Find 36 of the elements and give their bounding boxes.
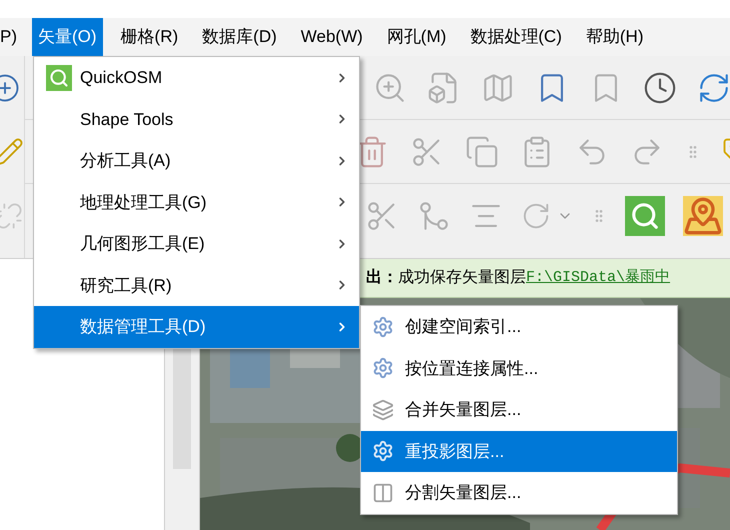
menu-item[interactable]: Web(W)	[294, 18, 369, 56]
gear-icon	[372, 440, 394, 462]
merge-icon[interactable]	[417, 199, 451, 233]
menu-entry[interactable]: 重投影图层...	[361, 430, 677, 472]
disconnect-icon[interactable]	[0, 202, 23, 230]
menu-item[interactable]: P)	[0, 18, 32, 56]
file-path-link[interactable]: F:\GISData\暴雨中	[526, 266, 670, 290]
rotate-icon[interactable]	[521, 201, 551, 231]
quickosm-icon	[46, 64, 72, 91]
search-tool-icon[interactable]	[625, 196, 665, 236]
menu-entry[interactable]: 按位置连接属性...	[361, 348, 677, 389]
gear-icon	[372, 316, 394, 338]
menu-entry[interactable]: 合并矢量图层...	[361, 389, 677, 430]
message-text: 出：成功保存矢量图层	[366, 268, 526, 288]
menu-item[interactable]: 数据库(D)	[196, 18, 283, 56]
menu-entry[interactable]: 数据管理工具(D)	[34, 306, 359, 348]
menu-entry[interactable]: 几何图形工具(E)	[34, 223, 359, 264]
menu-item[interactable]: 数据处理(C)	[464, 18, 568, 56]
menu-entry[interactable]: 创建空间索引...	[361, 306, 677, 348]
menu-entry[interactable]: QuickOSM	[34, 57, 359, 98]
clock-icon[interactable]	[643, 70, 677, 104]
split-layer-icon	[372, 482, 394, 504]
copy-icon[interactable]	[465, 134, 499, 168]
menu-item[interactable]: 网孔(M)	[380, 18, 452, 56]
layers-icon	[372, 398, 394, 421]
map-edit-icon[interactable]	[683, 196, 723, 236]
gear-icon	[372, 357, 394, 380]
menu-entry[interactable]: 地理处理工具(G)	[34, 182, 359, 223]
menu-entry[interactable]: 分析工具(A)	[34, 140, 359, 182]
menu-item[interactable]: 栅格(R)	[114, 18, 184, 56]
menu-entry[interactable]: Shape Tools	[34, 98, 359, 140]
menu-entry[interactable]: 研究工具(R)	[34, 264, 359, 306]
menu-item[interactable]: 矢量(O)	[32, 18, 103, 56]
pencil-icon[interactable]	[0, 137, 24, 167]
menu-entry[interactable]: 分割矢量图层...	[361, 472, 677, 514]
menu-item[interactable]: 帮助(H)	[580, 18, 650, 56]
